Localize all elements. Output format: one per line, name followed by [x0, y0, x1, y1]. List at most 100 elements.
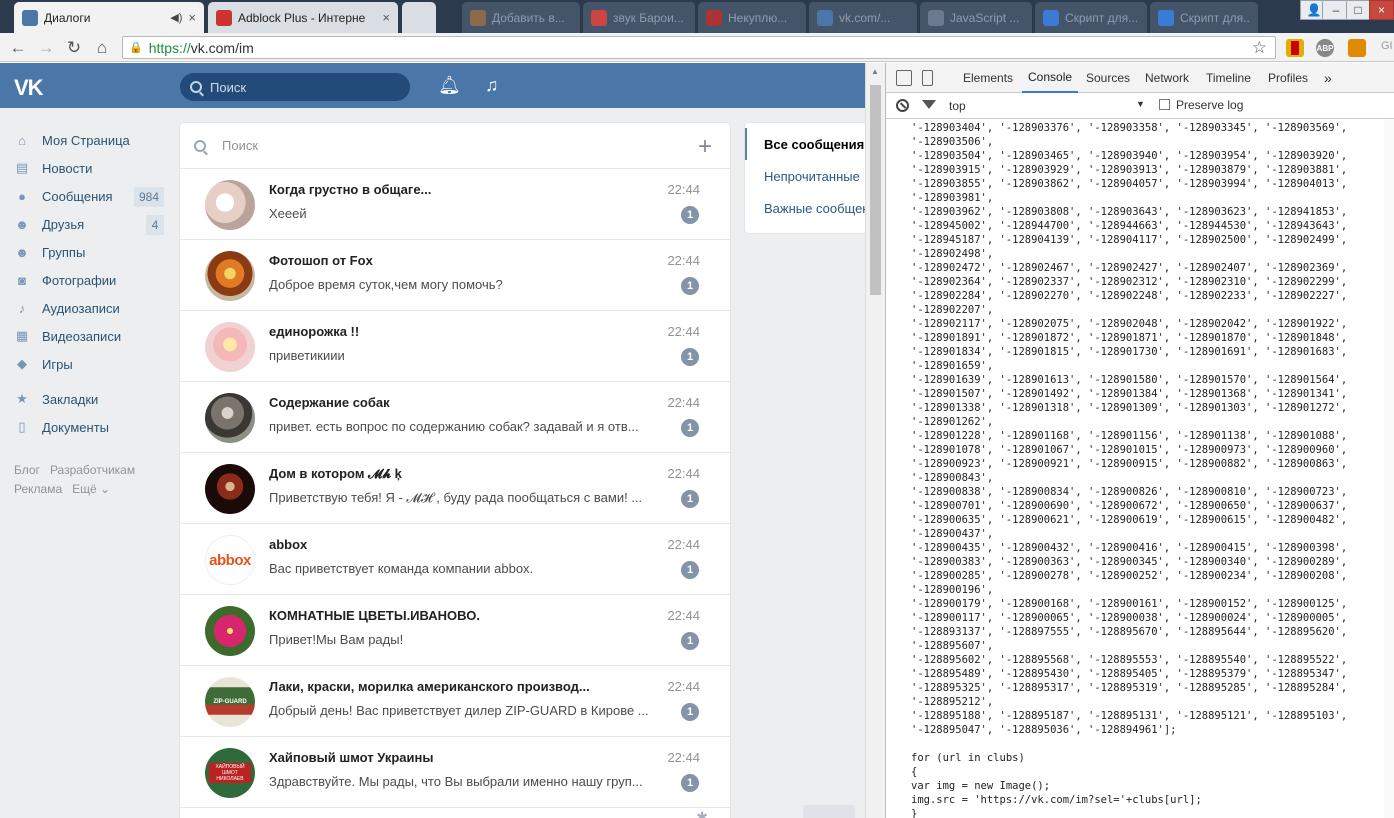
fox-ext-icon[interactable]	[1348, 39, 1366, 57]
browser-tab-dialogs[interactable]: Диалоги ◀) ×	[14, 2, 204, 33]
tab-favicon-icon	[706, 9, 722, 26]
abp-ext-icon[interactable]: ABP	[1316, 39, 1334, 57]
console-output[interactable]: '-128903404', '-128903376', '-128903358'…	[911, 121, 1391, 818]
home-button[interactable]: ⌂	[91, 37, 113, 59]
devtools-tab-timeline[interactable]: Timeline	[1200, 63, 1257, 93]
music-note-icon[interactable]: ♫	[485, 75, 499, 96]
browser-tab-adblock[interactable]: Adblock Plus - Интерне ×	[208, 2, 398, 33]
console-scrollbar[interactable]	[1384, 119, 1394, 818]
browser-tab-3[interactable]: Добавить в...	[462, 2, 580, 33]
filter-important[interactable]: Важные сообщения	[745, 192, 875, 224]
dialog-time: 22:44	[667, 395, 700, 410]
preserve-log-checkbox[interactable]	[1159, 99, 1170, 110]
dialog-row[interactable]: Когда грустно в общаге... 22:44 Хееей 1	[180, 169, 730, 240]
console-line: '-128903962', '-128903808', '-128903643'…	[911, 206, 1348, 218]
filter-unread[interactable]: Непрочитанные	[745, 160, 875, 192]
dialog-name: Хайповый шмот Украины	[269, 750, 434, 765]
dialog-preview: Приветствую тебя! Я - 𝓜𝓗 , буду рада поо…	[269, 490, 643, 505]
dialog-row[interactable]: Дом в котором 𝓜𝓱 ķ 22:44 Приветствую теб…	[180, 453, 730, 524]
menu-item-label: Новости	[42, 160, 93, 176]
menu-item-documents[interactable]: ▯ Документы	[14, 413, 166, 441]
browser-tab-9[interactable]: Скрипт для...	[1150, 2, 1258, 33]
inspect-element-icon[interactable]	[896, 70, 912, 86]
page-scrollbar[interactable]: ▲	[865, 63, 885, 818]
dialog-row[interactable]: Содержание собак 22:44 привет. есть вопр…	[180, 382, 730, 453]
footer-link-ads[interactable]: Реклама	[14, 482, 62, 496]
scroll-to-top-button[interactable]	[803, 805, 855, 818]
unread-badge: 1	[681, 419, 699, 437]
devtools-tab-elements[interactable]: Elements	[957, 63, 1019, 93]
dialog-time: 22:44	[667, 182, 700, 197]
vk-header: VK Поиск 🔔︎ ♫	[0, 63, 865, 108]
devtools-tab-console[interactable]: Console	[1022, 63, 1079, 93]
context-selector[interactable]: top	[949, 99, 966, 113]
filter-funnel-icon[interactable]	[922, 100, 936, 109]
dialog-name: Когда грустно в общаге...	[269, 182, 432, 197]
tab-title: Adblock Plus - Интерне	[238, 10, 366, 25]
console-line: '-128900701', '-128900690', '-128900672'…	[911, 500, 1348, 512]
dialogs-search-input[interactable]: Поиск +	[180, 123, 730, 169]
browser-tab-7[interactable]: JavaScript ...	[920, 2, 1032, 33]
dialog-row[interactable]: единорожка !! 22:44 приветикиии 1	[180, 311, 730, 382]
filter-all-messages[interactable]: Все сообщения	[745, 128, 875, 160]
footer-link-more[interactable]: Ещё ⌄	[72, 482, 110, 496]
tab-close-icon[interactable]: ×	[382, 10, 390, 25]
menu-item-messages[interactable]: ● Сообщения 984	[14, 182, 166, 210]
settings-gear-icon[interactable]: ✱	[696, 809, 708, 818]
window-maximize-button[interactable]: □	[1346, 0, 1370, 20]
footer-link-blog[interactable]: Блог	[14, 463, 40, 477]
back-button[interactable]: ←	[7, 37, 29, 59]
notifications-bell-icon[interactable]: 🔔︎	[438, 75, 461, 96]
dialog-row[interactable]: ZIP-GUARD Лаки, краски, морилка американ…	[180, 666, 730, 737]
window-close-button[interactable]: ×	[1369, 0, 1394, 20]
menu-item-audio[interactable]: ♪ Аудиозаписи	[14, 294, 166, 322]
menu-separator	[14, 378, 166, 385]
forward-button[interactable]: →	[35, 37, 57, 59]
tab-close-icon[interactable]: ×	[188, 10, 196, 25]
bookmark-ext-icon[interactable]	[1286, 39, 1304, 57]
menu-item-video[interactable]: ▦ Видеозаписи	[14, 322, 166, 350]
bookmark-star-icon[interactable]: ☆	[1252, 38, 1267, 58]
browser-tab-new[interactable]	[402, 2, 436, 33]
devtools-tab-network[interactable]: Network	[1139, 63, 1195, 93]
menu-item-groups[interactable]: ☻ Группы	[14, 238, 166, 266]
context-dropdown-arrow-icon[interactable]: ▼	[1136, 99, 1145, 109]
menu-item-my-page[interactable]: ⌂ Моя Страница	[14, 126, 166, 154]
browser-tab-8[interactable]: Скрипт для...	[1035, 2, 1147, 33]
dialog-row[interactable]: Фотошоп от Fox 22:44 Доброе время суток,…	[180, 240, 730, 311]
clear-console-icon[interactable]	[896, 99, 909, 112]
scrollbar-thumb[interactable]	[870, 85, 881, 295]
menu-item-label: Фотографии	[42, 272, 117, 288]
menu-item-photos[interactable]: ◙ Фотографии	[14, 266, 166, 294]
browser-tab-5[interactable]: Некуплю...	[698, 2, 806, 33]
zip-guard-logo-text: ZIP-GUARD	[213, 699, 247, 705]
reload-button[interactable]: ↻	[63, 37, 85, 59]
console-line: '-128902207',	[911, 304, 994, 316]
vk-search-input[interactable]: Поиск	[180, 73, 410, 101]
dialog-row[interactable]: abbox abbox 22:44 Вас приветствует коман…	[180, 524, 730, 595]
scroll-up-arrow-icon[interactable]: ▲	[871, 67, 879, 76]
dialog-row[interactable]: ХАЙПОВЫЙ ШМОТ НИКОЛАЕВ Хайповый шмот Укр…	[180, 737, 730, 808]
url-scheme: https://	[148, 39, 191, 56]
devtools-tab-sources[interactable]: Sources	[1080, 63, 1136, 93]
vk-logo-icon[interactable]: VK	[14, 75, 44, 101]
address-bar[interactable]: 🔒 https:// vk.com/im ☆	[122, 36, 1276, 59]
speaker-icon[interactable]: ◀)	[170, 11, 182, 24]
browser-tab-6[interactable]: vk.com/...	[809, 2, 917, 33]
devtools-tab-profiles[interactable]: Profiles	[1262, 63, 1314, 93]
browser-tab-4[interactable]: звук Барои...	[583, 2, 695, 33]
menu-item-bookmarks[interactable]: ★ Закладки	[14, 385, 166, 413]
menu-item-games[interactable]: ◆ Игры	[14, 350, 166, 378]
menu-item-friends[interactable]: ☻ Друзья 4	[14, 210, 166, 238]
menu-item-news[interactable]: ▤ Новости	[14, 154, 166, 182]
console-line: '-128902284', '-128902270', '-128902248'…	[911, 290, 1348, 302]
dialog-row[interactable]: КОМНАТНЫЕ ЦВЕТЫ.ИВАНОВО. 22:44 Привет!Мы…	[180, 595, 730, 666]
new-message-plus-icon[interactable]: +	[698, 133, 712, 161]
devtools-more-tabs-button[interactable]: »	[1318, 63, 1338, 93]
left-menu: ⌂ Моя Страница ▤ Новости ● Сообщения 984…	[14, 126, 166, 499]
footer-link-developers[interactable]: Разработчикам	[50, 463, 135, 477]
tab-favicon-icon	[591, 9, 607, 26]
menu-item-label: Сообщения	[42, 188, 113, 204]
device-mode-icon[interactable]	[922, 70, 933, 86]
